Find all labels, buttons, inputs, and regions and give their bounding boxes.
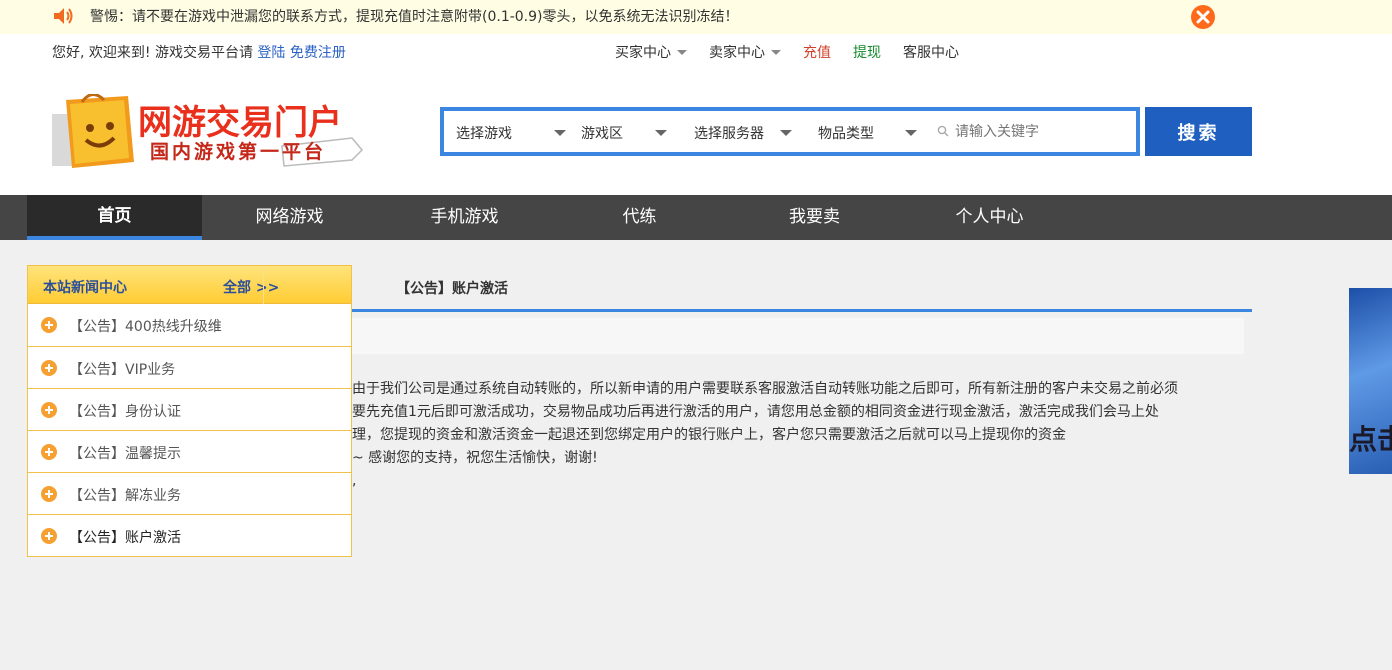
- speaker-icon: [54, 8, 73, 24]
- withdraw-link[interactable]: 提现: [853, 42, 881, 62]
- welcome-label: 您好, 欢迎来到! 游戏交易平台请: [52, 45, 253, 61]
- search-button[interactable]: 搜索: [1145, 107, 1252, 156]
- logo-subtitle: 国内游戏第一平台: [150, 140, 326, 163]
- warning-bar: 警惕：请不要在游戏中泄漏您的联系方式，提现充值时注意附带(0.1-0.9)零头，…: [0, 0, 1392, 34]
- warning-text: 警惕：请不要在游戏中泄漏您的联系方式，提现充值时注意附带(0.1-0.9)零头，…: [90, 9, 739, 25]
- customer-service-link[interactable]: 客服中心: [903, 42, 959, 62]
- plus-circle-icon: [41, 402, 57, 418]
- plus-circle-icon: [41, 486, 57, 502]
- article-title: 【公告】账户激活: [396, 281, 508, 297]
- close-icon[interactable]: [1191, 5, 1215, 29]
- welcome-text: 您好, 欢迎来到! 游戏交易平台请 登陆 免费注册: [52, 42, 346, 62]
- nav-mobile-games[interactable]: 手机游戏: [377, 195, 552, 240]
- news-all-link[interactable]: 全部 >>: [223, 277, 279, 297]
- zone-select[interactable]: 游戏区: [581, 123, 681, 143]
- nav-personal-center[interactable]: 个人中心: [902, 195, 1077, 240]
- item-type-select[interactable]: 物品类型: [818, 123, 928, 143]
- divider: [263, 266, 264, 304]
- caret-down-icon: [771, 49, 781, 55]
- article-paragraph: 要先充值1元后即可激活成功，交易物品成功后再进行激活的用户，请您用总金额的相同资…: [352, 404, 1159, 420]
- article-paragraph: ,: [352, 473, 357, 489]
- keyword-input[interactable]: [935, 119, 1135, 145]
- chevron-down-icon: [554, 130, 566, 136]
- news-list: 【公告】400热线升级维 【公告】VIP业务 【公告】身份认证 【公告】温馨提示…: [28, 304, 351, 556]
- buyer-center-link[interactable]: 买家中心: [615, 42, 687, 62]
- news-title: 本站新闻中心: [43, 280, 127, 296]
- register-link[interactable]: 免费注册: [290, 45, 346, 61]
- top-links-bar: 您好, 欢迎来到! 游戏交易平台请 登陆 免费注册 买家中心 卖家中心 充值 提…: [0, 34, 1392, 70]
- header: 网游交易门户 国内游戏第一平台 选择游戏 游戏区 选择服务器 物品类型 搜索: [0, 70, 1392, 195]
- news-item-current[interactable]: 【公告】账户激活: [28, 514, 351, 556]
- top-menu: 买家中心 卖家中心 充值 提现 客服中心: [615, 42, 981, 62]
- chevron-down-icon: [905, 130, 917, 136]
- article-paragraph: 由于我们公司是通过系统自动转账的，所以新申请的用户需要联系客服激活自动转账功能之…: [352, 381, 1178, 397]
- news-item[interactable]: 【公告】温馨提示: [28, 430, 351, 472]
- site-logo[interactable]: 网游交易门户 国内游戏第一平台: [52, 93, 364, 174]
- article-paragraph: 理，您提现的资金和激活资金一起退还到您绑定用户的银行账户上，客户您只需要激活之后…: [352, 427, 1066, 443]
- article-meta-bar: [352, 318, 1244, 354]
- recharge-link[interactable]: 充值: [803, 42, 831, 62]
- ad-text: 点击: [1349, 423, 1392, 456]
- plus-circle-icon: [41, 528, 57, 544]
- news-panel: 本站新闻中心 全部 >> 【公告】400热线升级维 【公告】VIP业务 【公告】…: [27, 265, 352, 557]
- plus-circle-icon: [41, 317, 57, 333]
- chevron-down-icon: [655, 130, 667, 136]
- news-item[interactable]: 【公告】400热线升级维: [28, 304, 351, 346]
- news-item[interactable]: 【公告】身份认证: [28, 388, 351, 430]
- article-paragraph: ~ 感谢您的支持，祝您生活愉快，谢谢!: [352, 450, 598, 466]
- divider: [352, 309, 1252, 312]
- nav-sell[interactable]: 我要卖: [727, 195, 902, 240]
- news-item[interactable]: 【公告】解冻业务: [28, 472, 351, 514]
- game-select[interactable]: 选择游戏: [456, 123, 576, 143]
- main-nav: 首页 网络游戏 手机游戏 代练 我要卖 个人中心: [0, 195, 1392, 240]
- nav-home[interactable]: 首页: [27, 195, 202, 240]
- server-select[interactable]: 选择服务器: [694, 123, 804, 143]
- caret-down-icon: [677, 49, 687, 55]
- search-box: 选择游戏 游戏区 选择服务器 物品类型: [440, 107, 1140, 156]
- seller-center-link[interactable]: 卖家中心: [709, 42, 781, 62]
- news-item[interactable]: 【公告】VIP业务: [28, 346, 351, 388]
- floating-ad[interactable]: 点击: [1349, 288, 1392, 474]
- plus-circle-icon: [41, 444, 57, 460]
- chevron-down-icon: [780, 130, 792, 136]
- article-body: 由于我们公司是通过系统自动转账的，所以新申请的用户需要联系客服激活自动转账功能之…: [352, 378, 1252, 493]
- logo-graphic: 网游交易门户 国内游戏第一平台: [52, 93, 364, 168]
- plus-circle-icon: [41, 360, 57, 376]
- nav-leveling[interactable]: 代练: [552, 195, 727, 240]
- nav-online-games[interactable]: 网络游戏: [202, 195, 377, 240]
- logo-title: 网游交易门户: [138, 103, 342, 142]
- news-header: 本站新闻中心 全部 >>: [28, 266, 351, 304]
- login-link[interactable]: 登陆: [257, 45, 285, 61]
